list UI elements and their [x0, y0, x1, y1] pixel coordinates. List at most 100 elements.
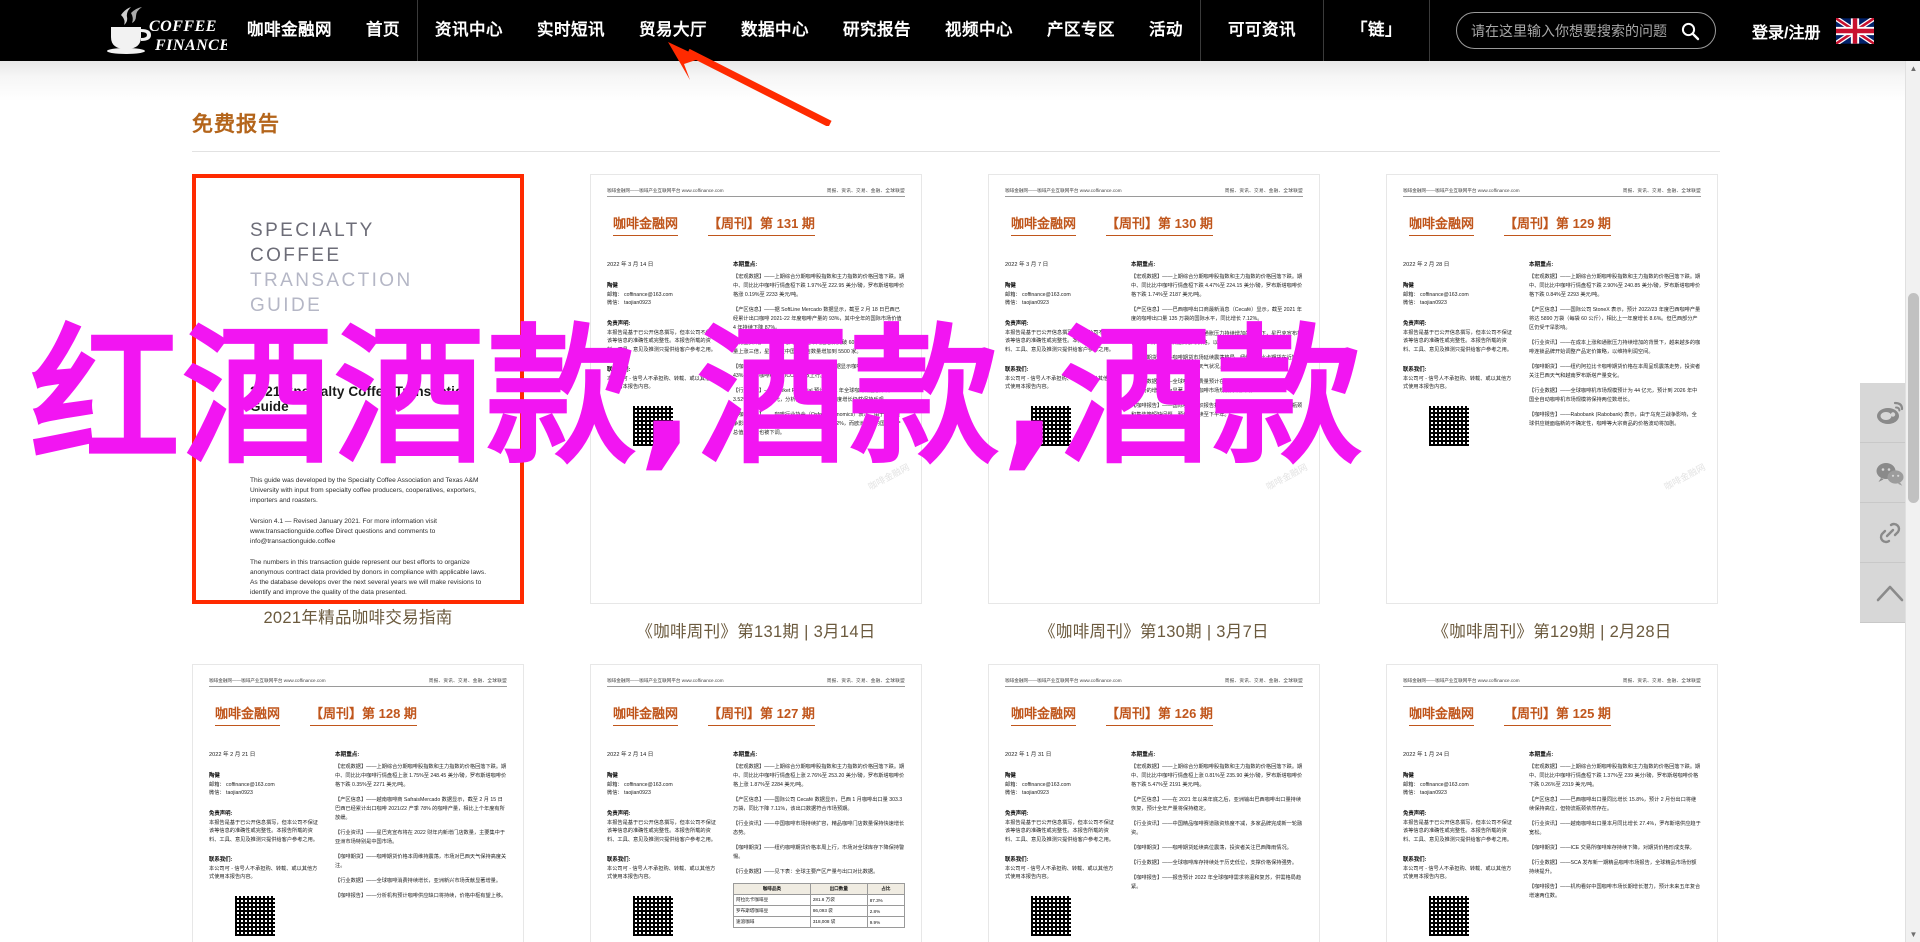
- doc-disclaimer-section: 免责声明: 本报告是基于已公开信息撰写，但本公司不保证该等信息的准确性或完整性。…: [1005, 809, 1117, 844]
- doc-wechat: 微信： taojian0923: [607, 300, 651, 307]
- doc-right-column: 本期重点: 【宏观数据】——上期综合分期咖啡股指数和主力指数的价格回落下跌。期中…: [1529, 260, 1701, 446]
- scroll-up-arrow-icon[interactable]: ▲: [1906, 61, 1920, 76]
- svg-text:FINANCE: FINANCE: [154, 37, 227, 54]
- doc-disclaimer-text: 本报告是基于已公开信息撰写，但本公司不保证该等信息的准确性或完整性。本报告所载的…: [607, 329, 716, 353]
- doc-contact-section: 陶健 邮箱： coffinance@163.com 微信： taojian092…: [1005, 771, 1117, 798]
- report-card[interactable]: 咖啡金融网——咖啡产业互联网平台 www.coffinance.com 周报、资…: [192, 664, 524, 942]
- doc-watermark: 咖啡金融网: [866, 461, 911, 492]
- cover-paragraph: This guide was developed by the Specialt…: [250, 477, 479, 504]
- doc-point: 【行业数据】——见下表：全球主要产区产量与出口对比数据。: [733, 869, 879, 875]
- doc-point: 【产区信息】——在 2021 年以来年底之后，亚洲输出巴西咖啡出口量持续恢复，预…: [1131, 797, 1302, 812]
- doc-issue: 【周刊】第 127 期: [708, 703, 815, 726]
- report-card[interactable]: 咖啡金融网——咖啡产业互联网平台 www.coffinance.com 周报、资…: [1386, 174, 1718, 642]
- report-card[interactable]: SPECIALTY COFFEE TRANSACTION GUIDE 2021 …: [192, 174, 524, 642]
- nav-item-chain[interactable]: 「链」: [1334, 0, 1419, 61]
- back-to-top-icon: [1876, 585, 1904, 601]
- table-cell: 318,008 袋: [809, 916, 868, 928]
- doc-header-right: 周报、资讯、交易、金融、全球联盟: [1224, 678, 1303, 683]
- report-card[interactable]: 咖啡金融网——咖啡产业互联网平台 www.coffinance.com 周报、资…: [988, 664, 1320, 942]
- uk-flag-icon[interactable]: [1836, 17, 1875, 44]
- doc-disclaimer-section: 免责声明: 本报告是基于已公开信息撰写，但本公司不保证该等信息的准确性或完整性。…: [1005, 319, 1117, 354]
- page-scrollbar[interactable]: ▲ ▼: [1905, 61, 1920, 942]
- doc-left-column: 2022 年 2 月 21 日 陶健 邮箱： coffinance@163.co…: [209, 750, 321, 936]
- weekly-document: 咖啡金融网——咖啡产业互联网平台 www.coffinance.com 周报、资…: [591, 175, 921, 603]
- cover-body: This guide was developed by the Specialt…: [250, 476, 492, 598]
- report-thumbnail[interactable]: 咖啡金融网——咖啡产业互联网平台 www.coffinance.com 周报、资…: [988, 174, 1320, 604]
- doc-point: 【行业数据】——全球咖啡库存持续处于历史低位，支撑价格保持强势。: [1131, 860, 1298, 866]
- report-thumbnail[interactable]: 咖啡金融网——咖啡产业互联网平台 www.coffinance.com 周报、资…: [192, 664, 524, 942]
- table-cell: 281.6 万袋: [809, 894, 868, 906]
- nav-item-home-brand[interactable]: 咖啡金融网: [230, 0, 349, 61]
- report-thumbnail[interactable]: 咖啡金融网——咖啡产业互联网平台 www.coffinance.com 周报、资…: [590, 664, 922, 942]
- doc-right-column: 本期重点: 【宏观数据】——上期综合分期咖啡股指数和主力指数的价格回落下跌。期中…: [733, 750, 906, 936]
- doc-footer-label: 联系我们:: [1005, 367, 1029, 374]
- report-card[interactable]: 咖啡金融网——咖啡产业互联网平台 www.coffinance.com 周报、资…: [590, 664, 922, 942]
- doc-wechat: 微信： taojian0923: [607, 790, 651, 797]
- doc-contact-section: 陶健 邮箱： coffinance@163.com 微信： taojian092…: [607, 771, 719, 798]
- search-button[interactable]: [1679, 20, 1701, 42]
- cover-page: SPECIALTY COFFEE TRANSACTION GUIDE 2021 …: [196, 178, 520, 600]
- scroll-down-arrow-icon[interactable]: ▼: [1906, 927, 1920, 942]
- doc-header-left: 咖啡金融网——咖啡产业互联网平台 www.coffinance.com: [607, 188, 724, 193]
- report-card[interactable]: 咖啡金融网——咖啡产业互联网平台 www.coffinance.com 周报、资…: [988, 174, 1320, 642]
- doc-header-left: 咖啡金融网——咖啡产业互联网平台 www.coffinance.com: [607, 678, 724, 683]
- nav-item-news-center[interactable]: 资讯中心: [418, 0, 520, 61]
- nav-item-cocoa-news[interactable]: 可可资讯: [1211, 0, 1313, 61]
- nav-item-trade-hall[interactable]: 贸易大厅: [622, 0, 724, 61]
- nav-item-video-center[interactable]: 视频中心: [928, 0, 1030, 61]
- doc-point: 【咖啡报告】——咖啡行业协会（Oxford Economics）表示，由于马克战…: [733, 412, 901, 436]
- doc-disclaimer-section: 免责声明: 本报告是基于已公开信息撰写，但本公司不保证该等信息的准确性或完整性。…: [209, 809, 321, 844]
- nav-item-events[interactable]: 活动: [1132, 0, 1200, 61]
- main-content: 免费报告 SPECIALTY COFFEE TRANSACTION GUIDE …: [0, 61, 1920, 942]
- nav-cell-chain: 「链」: [1324, 0, 1429, 61]
- doc-wechat: 微信： taojian0923: [1005, 790, 1049, 797]
- nav-item-research-reports[interactable]: 研究报告: [826, 0, 928, 61]
- scrollbar-thumb[interactable]: [1908, 293, 1919, 503]
- report-thumbnail[interactable]: 咖啡金融网——咖啡产业互联网平台 www.coffinance.com 周报、资…: [590, 174, 922, 604]
- doc-brand: 咖啡金融网: [1409, 213, 1475, 236]
- doc-header-right: 周报、资讯、交易、金融、全球联盟: [428, 678, 507, 683]
- doc-contact-name: 陶健: [607, 773, 618, 779]
- nav-cell-cocoa: 可可资讯: [1201, 0, 1323, 61]
- doc-footer-section: 联系我们: 本公司可 - 信号人不承担购、转载、或以其他方式使用本报告内容。: [607, 365, 719, 392]
- nav-item-data-center[interactable]: 数据中心: [724, 0, 826, 61]
- doc-point: 【咖啡报告】——分析机构预计咖啡供应缺口将持续，价格中枢有望上移。: [335, 893, 507, 899]
- nav-item-origin-zone[interactable]: 产区专区: [1030, 0, 1132, 61]
- report-thumbnail[interactable]: SPECIALTY COFFEE TRANSACTION GUIDE 2021 …: [192, 174, 524, 604]
- report-thumbnail[interactable]: 咖啡金融网——咖啡产业互联网平台 www.coffinance.com 周报、资…: [1386, 174, 1718, 604]
- svg-text:COFFEE: COFFEE: [149, 18, 217, 35]
- login-register-link[interactable]: 登录/注册: [1736, 19, 1836, 43]
- doc-brand: 咖啡金融网: [613, 703, 679, 726]
- doc-watermark: 咖啡金融网: [1662, 461, 1707, 492]
- doc-focus-label: 本期重点:: [733, 752, 758, 758]
- doc-date: 2022 年 2 月 28 日: [1403, 262, 1450, 268]
- nav-item-home[interactable]: 首页: [349, 0, 417, 61]
- doc-columns: 2022 年 2 月 14 日 陶健 邮箱： coffinance@163.co…: [607, 750, 906, 936]
- search-input[interactable]: [1471, 22, 1679, 39]
- report-card[interactable]: 咖啡金融网——咖啡产业互联网平台 www.coffinance.com 周报、资…: [590, 174, 922, 642]
- doc-right-column: 本期重点: 【宏观数据】——上期综合分期咖啡股指数和主力指数的价格回落下跌。期中…: [1131, 750, 1303, 936]
- nav-primary-group: 咖啡金融网 首页: [230, 0, 417, 61]
- coffee-finance-logo-icon: COFFEE FINANCE: [107, 6, 227, 54]
- site-logo[interactable]: COFFEE FINANCE: [100, 0, 230, 61]
- search-box[interactable]: [1456, 12, 1716, 49]
- cover-line-4: GUIDE: [250, 295, 323, 316]
- doc-watermark: 咖啡金融网: [1264, 461, 1309, 492]
- report-thumbnail[interactable]: 咖啡金融网——咖啡产业互联网平台 www.coffinance.com 周报、资…: [1386, 664, 1718, 942]
- doc-wechat: 微信： taojian0923: [1005, 300, 1049, 307]
- report-thumbnail[interactable]: 咖啡金融网——咖啡产业互联网平台 www.coffinance.com 周报、资…: [988, 664, 1320, 942]
- doc-header-left: 咖啡金融网——咖啡产业互联网平台 www.coffinance.com: [1005, 188, 1122, 193]
- doc-point: 【产区信息】——国际公司 Cecafé 数据显示，巴西 1 月咖啡出口量 303…: [733, 797, 903, 812]
- doc-point: 【行业资讯】——中国咖啡市场持续扩容，精品咖啡门店数量保持快速增长态势。: [733, 821, 905, 836]
- doc-point: 【宏观数据】——上期综合分期咖啡股指数和主力指数的价格回落下跌。期中、同比比中咖…: [1131, 764, 1303, 788]
- doc-title-row: 咖啡金融网 【周刊】第 125 期: [1403, 703, 1701, 726]
- doc-header-rule: [1403, 686, 1701, 687]
- nav-item-live-news[interactable]: 实时短讯: [520, 0, 622, 61]
- doc-focus-label: 本期重点:: [1131, 262, 1156, 268]
- doc-point: 【产区信息】——据 SoftLine Mercado 数据显示，截至 2 月 1…: [733, 307, 902, 331]
- doc-disclaimer-label: 免责声明:: [209, 810, 233, 817]
- weekly-document: 咖啡金融网——咖啡产业互联网平台 www.coffinance.com 周报、资…: [989, 175, 1319, 603]
- doc-contact-section: 陶健 邮箱： coffinance@163.com 微信： taojian092…: [1403, 771, 1515, 798]
- weekly-document: 咖啡金融网——咖啡产业互联网平台 www.coffinance.com 周报、资…: [193, 665, 523, 942]
- report-card[interactable]: 咖啡金融网——咖啡产业互联网平台 www.coffinance.com 周报、资…: [1386, 664, 1718, 942]
